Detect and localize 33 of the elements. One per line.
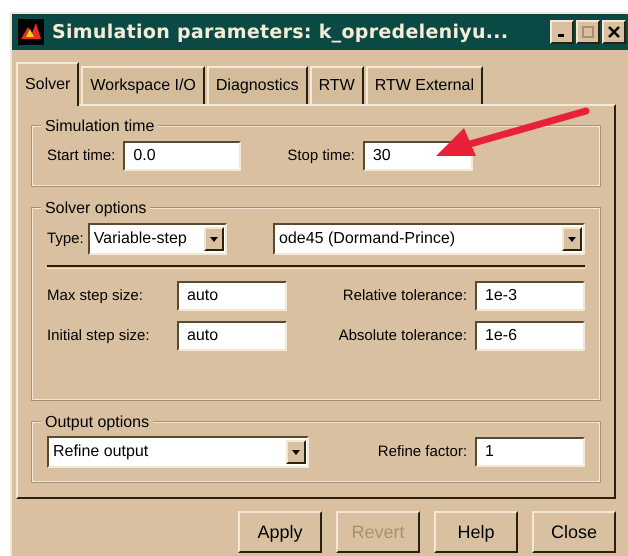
tab[interactable]: Workspace I/O (81, 66, 205, 104)
input-field[interactable]: auto (177, 321, 287, 351)
input-field[interactable]: 1e-6 (475, 321, 585, 351)
dropdown[interactable]: ode45 (Dormand-Prince) (273, 223, 585, 255)
dialog-button[interactable]: Help (434, 511, 518, 553)
field-label: Start time: (47, 146, 116, 166)
maximize-icon[interactable] (576, 20, 600, 44)
input-field[interactable]: 0.0 (123, 141, 242, 171)
caret-icon (562, 227, 582, 251)
tab[interactable]: RTW (310, 66, 364, 104)
field-label: Stop time: (287, 146, 355, 166)
caret-icon (204, 227, 224, 251)
input-field[interactable]: auto (177, 281, 287, 311)
dropdown[interactable]: Variable-step (88, 223, 227, 255)
dialog-button[interactable]: Close (532, 511, 616, 553)
dropdown[interactable]: Refine output (47, 436, 309, 468)
tab[interactable]: Solver (16, 62, 80, 106)
field-label: Max step size: (47, 286, 144, 306)
caret-icon (286, 440, 306, 464)
window-title: Simulation parameters: k_opredeleniyu... (52, 20, 510, 45)
input-field[interactable]: 1e-3 (475, 281, 585, 311)
minimize-icon[interactable] (550, 20, 574, 44)
logo-icon (18, 19, 44, 45)
field-label: Refine factor: (378, 442, 467, 462)
tab[interactable]: RTW External (366, 66, 483, 104)
field-label: Relative tolerance: (342, 286, 467, 306)
field-label: Initial step size: (47, 326, 151, 346)
dialog-button[interactable]: Apply (238, 511, 322, 553)
close-icon[interactable] (602, 20, 626, 44)
tab[interactable]: Diagnostics (206, 66, 308, 104)
input-field[interactable]: 1 (475, 437, 585, 467)
field-label: Type: (47, 228, 84, 249)
field-label: Absolute tolerance: (338, 326, 467, 346)
